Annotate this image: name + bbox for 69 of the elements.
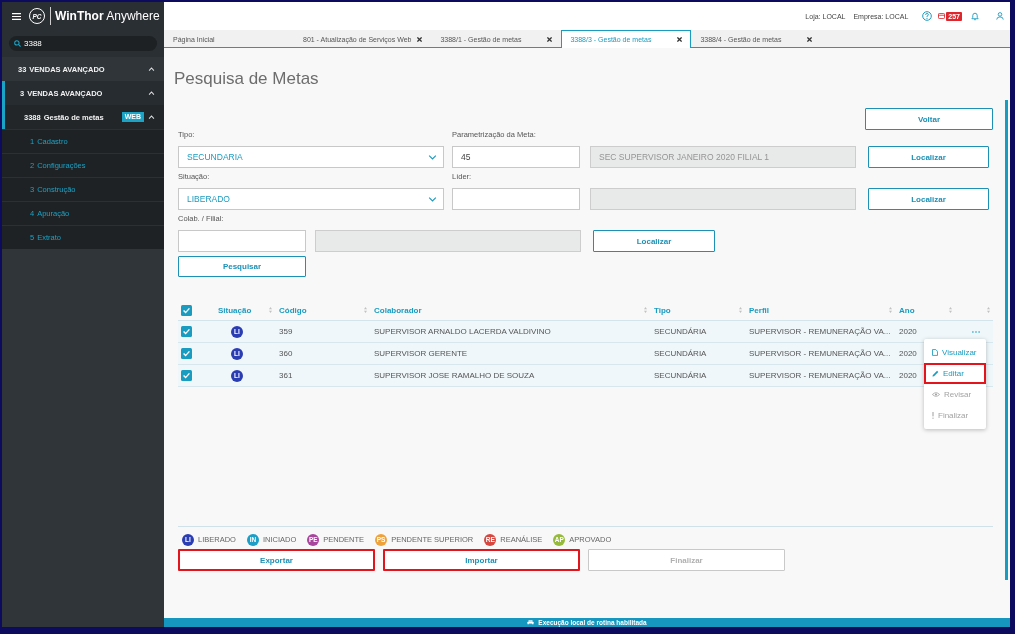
status-select[interactable]: LIBERADO bbox=[178, 188, 444, 210]
close-icon[interactable] bbox=[547, 37, 553, 42]
input-field[interactable] bbox=[452, 188, 580, 210]
app-title: WinThor Anywhere bbox=[55, 9, 160, 23]
menu-icon[interactable] bbox=[12, 12, 21, 20]
table-cell: SUPERVISOR - REMUNERAÇÃO VA... bbox=[749, 349, 891, 358]
input-field[interactable] bbox=[178, 230, 306, 252]
pencil-icon bbox=[932, 370, 939, 377]
table-cell: SECUNDÁRIA bbox=[654, 327, 707, 336]
document-icon bbox=[932, 349, 938, 356]
table-cell: SECUNDÁRIA bbox=[654, 371, 707, 380]
help-icon[interactable] bbox=[922, 11, 933, 21]
card-icon[interactable] bbox=[938, 13, 946, 19]
table-cell: SUPERVISOR - REMUNERAÇÃO VA... bbox=[749, 371, 891, 380]
action-button[interactable]: Exportar bbox=[178, 549, 375, 571]
table-cell: SUPERVISOR - REMUNERAÇÃO VA... bbox=[749, 327, 891, 336]
column-header[interactable]: Perfil bbox=[745, 300, 895, 320]
search-button[interactable]: Localizar bbox=[868, 188, 989, 210]
scrollbar-thumb[interactable] bbox=[1005, 100, 1008, 580]
submit-button[interactable]: Pesquisar bbox=[178, 256, 306, 277]
chevron-up-icon[interactable] bbox=[148, 91, 155, 95]
table-cell: SUPERVISOR JOSE RAMALHO DE SOUZA bbox=[374, 371, 535, 380]
sort-icon[interactable] bbox=[269, 307, 272, 313]
bell-icon[interactable] bbox=[971, 11, 979, 21]
checkbox[interactable] bbox=[181, 348, 192, 359]
chevron-down-icon bbox=[428, 154, 437, 160]
search-icon bbox=[14, 40, 21, 47]
type-select[interactable]: SECUNDARIA bbox=[178, 146, 444, 168]
table-cell: 361 bbox=[279, 371, 293, 380]
search-field[interactable]: 3388 bbox=[9, 36, 157, 51]
checkbox[interactable] bbox=[181, 326, 192, 337]
checkbox[interactable] bbox=[181, 370, 192, 381]
checkbox[interactable] bbox=[181, 304, 192, 316]
table-cell: SUPERVISOR GERENTE bbox=[374, 349, 468, 358]
column-header[interactable]: Situação bbox=[208, 300, 275, 320]
menu-item[interactable]: Visualizar bbox=[924, 342, 986, 363]
table-cell: 360 bbox=[279, 349, 293, 358]
column-header[interactable]: Tipo bbox=[650, 300, 745, 320]
sort-icon[interactable] bbox=[987, 307, 990, 313]
menu-item[interactable]: Editar bbox=[924, 363, 986, 384]
chevron-up-icon[interactable] bbox=[148, 67, 155, 71]
page-title: Pesquisa de Metas bbox=[174, 68, 319, 90]
sort-icon[interactable] bbox=[949, 307, 952, 313]
table-cell: 2020 bbox=[899, 371, 917, 380]
table-cell: 359 bbox=[279, 327, 293, 336]
table-cell: SECUNDÁRIA bbox=[654, 349, 707, 358]
search-button[interactable]: Localizar bbox=[593, 230, 715, 252]
eye-icon bbox=[932, 392, 940, 397]
table-cell: 2020 bbox=[899, 327, 917, 336]
search-button[interactable]: Localizar bbox=[868, 146, 989, 168]
chevron-down-icon bbox=[428, 196, 437, 202]
sort-icon[interactable] bbox=[739, 307, 742, 313]
column-header[interactable]: Ano bbox=[895, 300, 955, 320]
close-icon[interactable] bbox=[677, 37, 683, 42]
input-field[interactable]: 45 bbox=[452, 146, 580, 168]
column-header[interactable]: Código bbox=[275, 300, 370, 320]
sort-icon[interactable] bbox=[364, 307, 367, 313]
back-button[interactable]: Voltar bbox=[865, 108, 993, 130]
close-icon[interactable] bbox=[417, 37, 423, 42]
table-cell: 2020 bbox=[899, 349, 917, 358]
column-header[interactable]: Colaborador bbox=[370, 300, 650, 320]
table-cell: SUPERVISOR ARNALDO LACERDA VALDIVINO bbox=[374, 327, 551, 336]
sort-icon[interactable] bbox=[889, 307, 892, 313]
sort-icon[interactable] bbox=[644, 307, 647, 313]
more-icon[interactable] bbox=[972, 330, 980, 333]
user-icon[interactable] bbox=[996, 12, 1004, 20]
action-button[interactable]: Importar bbox=[383, 549, 580, 571]
chevron-up-icon[interactable] bbox=[148, 115, 155, 119]
close-icon[interactable] bbox=[807, 37, 813, 42]
